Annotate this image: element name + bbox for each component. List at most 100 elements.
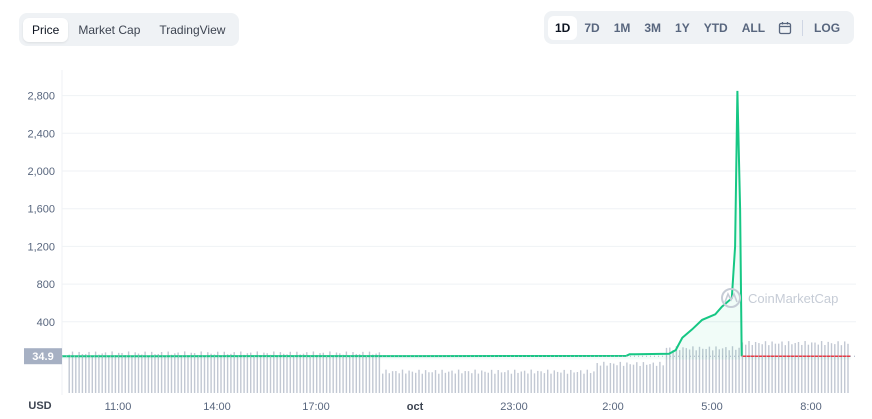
volume-bar <box>309 355 311 393</box>
volume-bar <box>778 343 780 393</box>
volume-bar <box>391 371 394 393</box>
x-tick-label: 8:00 <box>800 401 821 413</box>
volume-bar <box>830 343 833 393</box>
volume-bar <box>243 354 245 393</box>
volume-bar <box>170 354 173 393</box>
volume-bar <box>494 373 496 393</box>
volume-bar <box>269 354 272 393</box>
volume-bar <box>434 370 437 393</box>
volume-bar <box>824 345 826 393</box>
volume-bar <box>606 365 608 393</box>
volume-bar <box>840 345 843 393</box>
volume-bar <box>355 353 357 393</box>
volume-bar <box>794 343 796 393</box>
volume-bar <box>622 365 625 393</box>
watermark-text: CoinMarketCap <box>748 291 838 306</box>
volume-bar <box>418 369 420 393</box>
volume-bar <box>365 355 367 393</box>
volume-bar <box>589 373 592 393</box>
volume-bar <box>349 355 351 393</box>
volume-bar <box>147 355 150 393</box>
volume-bar <box>481 370 483 393</box>
volume-bar <box>454 373 456 393</box>
volume-bar <box>431 372 433 393</box>
volume-bar <box>580 370 582 393</box>
volume-bar <box>787 341 790 393</box>
volume-bar <box>490 369 493 393</box>
volume-bar <box>197 354 199 393</box>
volume-bar <box>332 355 334 393</box>
price-chart: 34.9 400 800 1,200 1,600 2,000 2,400 2,800 11:… <box>24 70 856 413</box>
volume-bar <box>629 364 631 393</box>
volume-bar <box>203 355 206 393</box>
volume-bar <box>659 361 661 393</box>
volume-bar <box>820 341 823 393</box>
price-area-fill <box>62 90 851 360</box>
volume-bar <box>543 373 546 393</box>
volume-bar <box>553 370 555 393</box>
volume-bar <box>626 362 628 393</box>
volume-bar <box>540 371 542 393</box>
volume-bar <box>791 344 793 393</box>
volume-bar <box>342 354 344 393</box>
volume-bar <box>523 370 526 393</box>
volume-bar <box>807 344 810 393</box>
volume-bar <box>428 372 430 393</box>
y-tick-label: 2,800 <box>27 91 55 103</box>
y-tick-label: 2,400 <box>27 128 55 140</box>
volume-bar <box>226 354 229 393</box>
y-tick-label: 800 <box>37 279 55 291</box>
volume-bar <box>781 341 783 393</box>
volume-bar <box>593 371 595 393</box>
volume-bar <box>801 344 803 393</box>
volume-bar <box>457 369 460 393</box>
y-tick-label: 1,200 <box>27 241 55 253</box>
y-axis-ticks: 400 800 1,200 1,600 2,000 2,400 2,800 <box>27 91 55 329</box>
volume-bar <box>68 354 70 393</box>
volume-bar <box>210 353 212 393</box>
volume-bar <box>180 355 183 393</box>
volume-bar <box>771 341 773 393</box>
volume-bar <box>213 354 216 393</box>
volume-bar <box>619 361 621 393</box>
volume-bar <box>415 372 417 393</box>
volume-bar <box>837 341 839 393</box>
volume-bar <box>292 355 295 393</box>
volume-bar <box>804 341 806 393</box>
x-tick-label: 5:00 <box>701 401 722 413</box>
volume-bar <box>286 354 288 393</box>
volume-bar <box>847 343 849 393</box>
volume-bar <box>811 342 813 393</box>
volume-bar <box>527 373 529 393</box>
x-axis-ticks: 11:00 14:00 17:00 oct 23:00 2:00 5:00 8:00 <box>105 401 822 413</box>
volume-bar <box>91 355 93 393</box>
volume-bar <box>537 370 539 393</box>
volume-bar <box>164 355 166 393</box>
volume-bar <box>748 341 750 393</box>
volume-bar <box>81 354 84 393</box>
volume-bar <box>220 355 222 393</box>
volume-bar <box>358 354 361 393</box>
volume-bar <box>566 373 569 393</box>
volume-bar <box>520 371 522 393</box>
volume-bar <box>448 371 450 393</box>
volume-bar <box>649 364 651 393</box>
volume-bar <box>632 364 635 393</box>
volume-bar <box>259 355 262 393</box>
currency-label: USD <box>28 400 51 412</box>
volume-bar <box>817 344 819 393</box>
volume-bar <box>576 372 579 393</box>
volume-bar <box>500 372 503 393</box>
volume-bar <box>325 355 328 393</box>
volume-bar <box>316 354 318 393</box>
volume-bar <box>586 369 588 393</box>
volume-bar <box>382 373 384 393</box>
volume-bar <box>609 362 612 393</box>
volume-bar <box>408 370 410 393</box>
volume-bar <box>844 341 846 393</box>
volume-bar <box>547 369 549 393</box>
volume-bar <box>421 373 423 393</box>
volume-bar <box>114 355 117 393</box>
volume-bar <box>154 354 156 393</box>
volume-bar <box>98 354 100 393</box>
